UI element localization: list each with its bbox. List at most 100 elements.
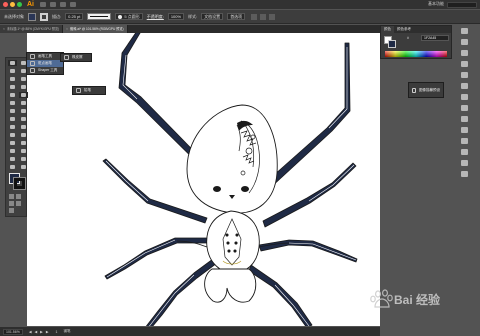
document-tab-active[interactable]: × 蜘蛛.ai* @ 101.56% (RGB/GPU 预览) bbox=[63, 25, 128, 33]
workspace-switcher[interactable]: 基本功能 bbox=[428, 1, 444, 7]
flyout-item-blob-brush[interactable]: 斑点画笔 bbox=[27, 60, 63, 67]
artboard-tool-icon[interactable] bbox=[8, 156, 17, 162]
layers-panel-icon[interactable] bbox=[460, 127, 468, 133]
artboards-panel-icon[interactable] bbox=[460, 138, 468, 144]
color-panel: 颜色 颜色参考 # 1F2A45 bbox=[380, 25, 452, 59]
stock-search-input[interactable] bbox=[447, 1, 477, 8]
flyout-item-shaper[interactable]: Shaper 工具 bbox=[27, 67, 63, 74]
free-transform-tool-icon[interactable] bbox=[19, 116, 28, 122]
rectangle-tool-icon[interactable] bbox=[8, 92, 17, 98]
gradient-panel-icon[interactable] bbox=[460, 83, 468, 89]
color-spectrum-bar[interactable] bbox=[385, 51, 447, 57]
tab-color-guide[interactable]: 颜色参考 bbox=[394, 26, 414, 33]
draw-mode-icon[interactable] bbox=[16, 201, 21, 206]
line-tool-icon[interactable] bbox=[19, 84, 28, 90]
close-tab-icon[interactable]: × bbox=[3, 27, 5, 31]
pen-tool-icon[interactable] bbox=[8, 76, 17, 82]
gradient-tool-icon[interactable] bbox=[19, 132, 28, 138]
width-tool-icon[interactable] bbox=[8, 116, 17, 122]
tool-grid bbox=[6, 58, 28, 172]
blend-tool-icon[interactable] bbox=[19, 140, 28, 146]
color-mode-icon[interactable] bbox=[9, 194, 14, 199]
send-icon[interactable] bbox=[70, 2, 76, 7]
arrange-documents-icon[interactable] bbox=[60, 2, 66, 7]
perspective-grid-tool-icon[interactable] bbox=[19, 124, 28, 130]
column-graph-tool-icon[interactable] bbox=[19, 148, 28, 154]
brush-definition-dropdown[interactable]: 5 点圆形 bbox=[115, 13, 143, 20]
eraser-icon bbox=[64, 55, 69, 60]
flyout-item-pencil[interactable]: 铅笔 bbox=[73, 87, 105, 94]
document-tab[interactable]: × 未标题-1* @ 88% (CMYK/GPU 预览) bbox=[0, 25, 64, 33]
flyout-item-eraser[interactable]: 橡皮擦 bbox=[61, 54, 91, 61]
links-panel-icon[interactable] bbox=[460, 149, 468, 155]
selection-tool-icon[interactable] bbox=[8, 60, 17, 66]
stroke-preview-line bbox=[90, 16, 109, 17]
stroke-panel-icon[interactable] bbox=[460, 72, 468, 78]
align-left-icon[interactable] bbox=[251, 13, 258, 20]
opacity-field[interactable]: 100% bbox=[167, 13, 185, 20]
gradient-mode-icon[interactable] bbox=[16, 194, 21, 199]
type-tool-icon[interactable] bbox=[8, 84, 17, 90]
mesh-tool-icon[interactable] bbox=[8, 132, 17, 138]
magic-wand-tool-icon[interactable] bbox=[8, 68, 17, 74]
eyedropper-tool-icon[interactable] bbox=[8, 140, 17, 146]
stroke-weight-field[interactable]: 0.25 pt bbox=[65, 13, 84, 20]
tab-color[interactable]: 颜色 bbox=[381, 26, 394, 33]
artboard-navigation[interactable]: ◀ ◀ ▶ ▶ bbox=[29, 330, 50, 334]
hex-value-field[interactable]: 1F2A45 bbox=[421, 35, 449, 41]
stroke-swatch[interactable] bbox=[40, 12, 48, 21]
stroke-color-swatch[interactable] bbox=[13, 177, 26, 190]
symbol-sprayer-tool-icon[interactable] bbox=[8, 148, 17, 154]
transparency-panel-icon[interactable] bbox=[460, 94, 468, 100]
flyout-item-paintbrush[interactable]: 画笔工具 bbox=[27, 53, 63, 60]
image-trace-panel[interactable]: 图像描摹预设 bbox=[408, 82, 444, 98]
screen-mode-icon[interactable] bbox=[9, 208, 14, 213]
minimize-window-button[interactable] bbox=[10, 2, 15, 7]
none-mode-icon[interactable] bbox=[9, 201, 14, 206]
shaper-icon bbox=[30, 68, 35, 73]
artboard-number[interactable]: 1 bbox=[56, 330, 58, 334]
opacity-link[interactable]: 不透明度: bbox=[147, 14, 164, 20]
fill-swatch[interactable] bbox=[28, 12, 36, 21]
artboard-canvas[interactable] bbox=[27, 33, 380, 326]
variable-width-profile[interactable] bbox=[87, 13, 112, 20]
current-tool-status: 钢笔 bbox=[63, 329, 71, 333]
symbols-icon[interactable] bbox=[460, 61, 468, 67]
zoom-tool-icon[interactable] bbox=[19, 164, 28, 170]
hand-tool-icon[interactable] bbox=[8, 164, 17, 170]
slice-tool-icon[interactable] bbox=[19, 156, 28, 162]
hex-label: # bbox=[407, 36, 409, 40]
document-setup-button[interactable]: 文档设置 bbox=[201, 13, 224, 20]
close-tab-icon[interactable]: × bbox=[66, 27, 68, 31]
align-center-icon[interactable] bbox=[260, 13, 267, 20]
shape-builder-tool-icon[interactable] bbox=[8, 124, 17, 130]
rotate-tool-icon[interactable] bbox=[8, 108, 17, 114]
align-right-icon[interactable] bbox=[269, 13, 276, 20]
style-label: 样式: bbox=[188, 13, 198, 19]
zoom-level-field[interactable]: 101.56% bbox=[3, 328, 23, 335]
window-controls bbox=[3, 2, 22, 7]
curvature-tool-icon[interactable] bbox=[19, 76, 28, 82]
spider-artwork[interactable] bbox=[27, 33, 380, 326]
appearance-panel-icon[interactable] bbox=[460, 105, 468, 111]
scale-tool-icon[interactable] bbox=[19, 108, 28, 114]
panel-stroke-swatch[interactable] bbox=[388, 40, 396, 48]
zoom-window-button[interactable] bbox=[17, 2, 22, 7]
close-window-button[interactable] bbox=[3, 2, 8, 7]
stock-icon[interactable] bbox=[50, 2, 56, 7]
image-trace-label: 图像描摹预设 bbox=[419, 87, 440, 92]
paintbrush-tool-icon[interactable] bbox=[19, 92, 28, 98]
color-panel-icon[interactable] bbox=[460, 28, 468, 34]
align-panel-icon[interactable] bbox=[460, 160, 468, 166]
preferences-button[interactable]: 首选项 bbox=[227, 13, 246, 20]
eraser-tool-icon[interactable] bbox=[19, 100, 28, 106]
pencil-tool-icon[interactable] bbox=[8, 100, 17, 106]
color-panel-tabs: 颜色 颜色参考 bbox=[381, 26, 451, 33]
brushes-icon[interactable] bbox=[460, 50, 468, 56]
bridge-icon[interactable] bbox=[40, 2, 46, 7]
tab-title: 未标题-1* @ 88% (CMYK/GPU 预览) bbox=[6, 27, 60, 31]
fill-stroke-widget[interactable] bbox=[9, 173, 26, 190]
graphic-styles-icon[interactable] bbox=[460, 116, 468, 122]
pathfinder-panel-icon[interactable] bbox=[460, 171, 468, 177]
swatches-icon[interactable] bbox=[460, 39, 468, 45]
